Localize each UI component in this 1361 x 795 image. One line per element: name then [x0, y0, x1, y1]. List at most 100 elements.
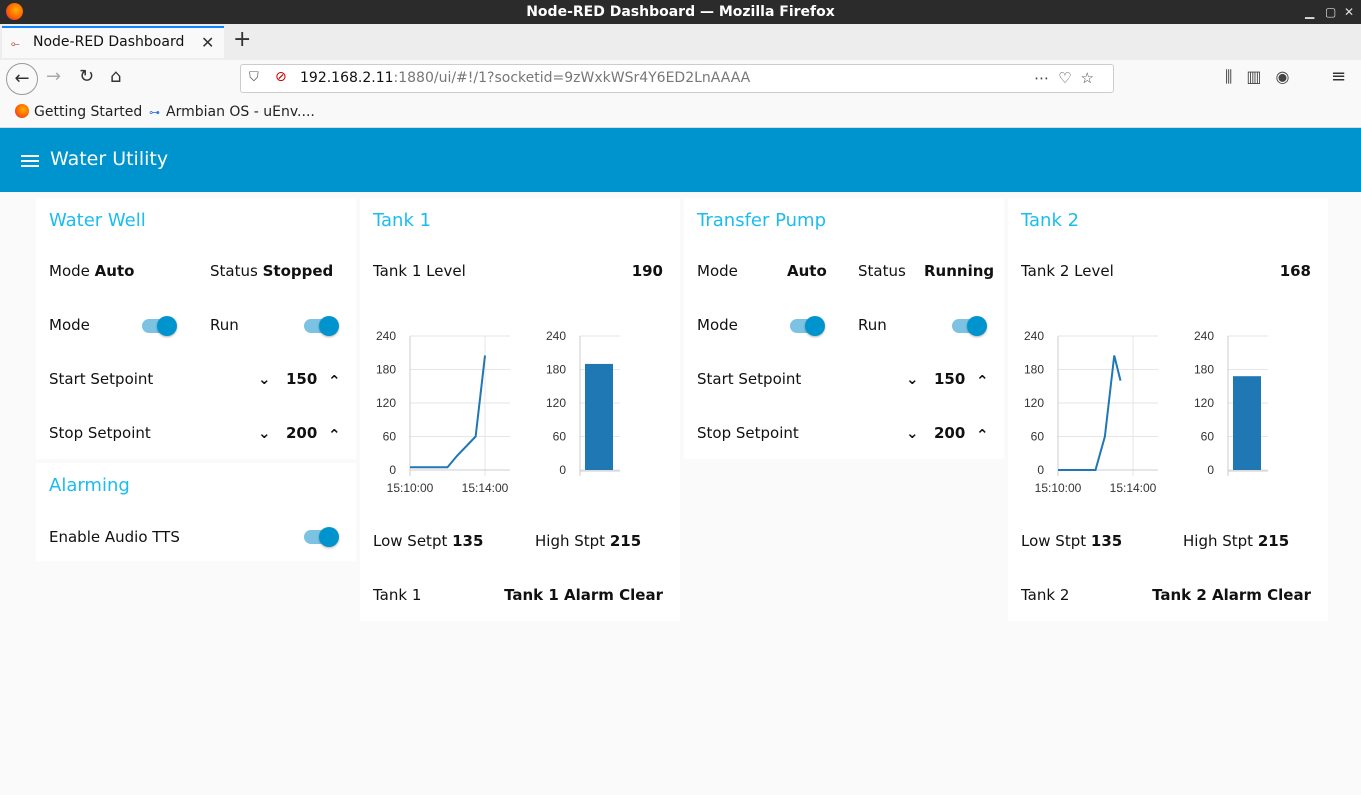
y-tick-label: 0	[1037, 463, 1044, 477]
insecure-lock-icon[interactable]: ⊘	[275, 69, 287, 85]
run-toggle-label: Run	[858, 316, 887, 334]
window-titlebar: Node-RED Dashboard — Mozilla Firefox ▁ ▢…	[0, 0, 1361, 24]
start-setpoint-value: 150	[934, 370, 966, 388]
armbian-icon: ⊶	[149, 106, 160, 119]
level-bar	[1233, 376, 1261, 470]
mode-toggle-label: Mode	[697, 316, 738, 334]
bookmark-armbian[interactable]: ⊶ Armbian OS - uEnv....	[149, 104, 315, 120]
stop-setpoint-label: Stop Setpoint	[697, 424, 799, 442]
window-title: Node-RED Dashboard — Mozilla Firefox	[526, 4, 835, 20]
home-button[interactable]: ⌂	[110, 66, 121, 87]
y-tick-label: 180	[1194, 363, 1214, 377]
increment-icon[interactable]: ⌃	[328, 426, 341, 444]
y-tick-label: 60	[553, 430, 567, 444]
y-tick-label: 120	[546, 396, 566, 410]
tts-label: Enable Audio TTS	[49, 528, 180, 546]
pocket-icon[interactable]: ♡	[1058, 69, 1080, 87]
level-label: Tank 1 Level	[373, 262, 466, 280]
y-tick-label: 60	[1201, 430, 1215, 444]
level-bar	[585, 363, 613, 470]
close-window-icon[interactable]: ✕	[1344, 0, 1354, 24]
url-text[interactable]: 192.168.2.11:1880/ui/#!/1?socketid=9zWxk…	[300, 70, 750, 86]
transfer-pump-card: Transfer Pump Mode Auto Status Running M…	[684, 198, 1004, 459]
library-icon[interactable]: ⫼	[1225, 67, 1246, 86]
low-setpoint-text: Low Stpt 135	[1021, 532, 1123, 550]
back-button[interactable]: ←	[6, 63, 38, 95]
y-tick-label: 180	[546, 363, 566, 377]
reload-button[interactable]: ↻	[79, 66, 94, 87]
y-tick-label: 120	[1024, 396, 1044, 410]
minimize-icon[interactable]: ▁	[1305, 0, 1314, 24]
card-title: Tank 2	[1021, 210, 1080, 231]
y-tick-label: 0	[1207, 463, 1214, 477]
alarm-status: Tank 2 Alarm Clear	[1152, 586, 1311, 604]
bookmark-star-icon[interactable]: ☆	[1081, 69, 1103, 87]
status-label: Status	[858, 262, 906, 280]
x-tick-label: 15:14:00	[1110, 481, 1157, 495]
browser-tab[interactable]: ⟜ Node-RED Dashboard ✕	[2, 26, 224, 58]
y-tick-label: 240	[546, 329, 566, 343]
alarming-card: Alarming Enable Audio TTS	[36, 463, 356, 561]
stop-setpoint-value: 200	[286, 424, 318, 442]
navigation-toolbar: ← → ↻ ⌂ ⛉ ⊘ 192.168.2.11:1880/ui/#!/1?so…	[0, 60, 1361, 98]
increment-icon[interactable]: ⌃	[328, 372, 341, 390]
card-title: Water Well	[49, 210, 146, 231]
increment-icon[interactable]: ⌃	[976, 426, 989, 444]
decrement-icon[interactable]: ⌄	[258, 370, 271, 388]
bookmark-getting-started[interactable]: Getting Started	[15, 104, 142, 120]
stop-setpoint-label: Stop Setpoint	[49, 424, 151, 442]
y-tick-label: 60	[383, 430, 397, 444]
decrement-icon[interactable]: ⌄	[906, 424, 919, 442]
mode-toggle[interactable]	[790, 315, 826, 337]
run-toggle[interactable]	[952, 315, 988, 337]
level-series-line	[1058, 355, 1122, 471]
start-setpoint-label: Start Setpoint	[49, 370, 154, 388]
increment-icon[interactable]: ⌃	[976, 372, 989, 390]
url-host: 192.168.2.11	[300, 70, 394, 86]
tank2-level-bar-chart: 0 60 120 180 240	[1194, 329, 1268, 477]
start-setpoint-value: 150	[286, 370, 318, 388]
firefox-bookmark-icon	[15, 104, 29, 118]
mode-text: Mode Auto	[49, 262, 135, 280]
mode-toggle-label: Mode	[49, 316, 90, 334]
dashboard-title: Water Utility	[50, 148, 169, 170]
y-tick-label: 60	[1031, 430, 1045, 444]
y-tick-label: 0	[389, 463, 396, 477]
close-tab-icon[interactable]: ✕	[201, 33, 214, 52]
bookmarks-toolbar: Getting Started ⊶ Armbian OS - uEnv....	[0, 98, 1361, 128]
tts-toggle[interactable]	[304, 526, 340, 548]
account-icon[interactable]: ◉	[1276, 67, 1304, 86]
y-tick-label: 120	[1194, 396, 1214, 410]
page-actions-icon[interactable]: ⋯	[1034, 69, 1058, 87]
level-label: Tank 2 Level	[1021, 262, 1114, 280]
card-title: Alarming	[49, 475, 130, 496]
decrement-icon[interactable]: ⌄	[258, 424, 271, 442]
shield-icon[interactable]: ⛉	[249, 70, 259, 85]
tank1-level-bar-chart: 0 60 120 180 240	[546, 329, 620, 477]
menu-icon[interactable]: ≡	[1331, 66, 1346, 87]
tank2-card: Tank 2 Tank 2 Level 168 0 60 120 180 240 15:1…	[1008, 198, 1328, 621]
hamburger-menu-icon[interactable]	[21, 155, 39, 167]
level-series-line	[410, 355, 486, 469]
high-setpoint-text: High Stpt 215	[1183, 532, 1290, 550]
tank1-level-line-chart: 0 60 120 180 240 15:10:00 15:14:00	[376, 329, 510, 495]
y-tick-label: 240	[1194, 329, 1214, 343]
y-tick-label: 240	[376, 329, 396, 343]
mode-toggle[interactable]	[142, 315, 178, 337]
forward-button[interactable]: →	[46, 66, 61, 87]
low-setpoint-text: Low Setpt 135	[373, 532, 484, 550]
new-tab-icon[interactable]: +	[233, 27, 251, 52]
sidebar-icon[interactable]: ▥	[1246, 67, 1275, 86]
url-bar[interactable]: ⛉ ⊘ 192.168.2.11:1880/ui/#!/1?socketid=9…	[240, 64, 1114, 93]
mode-value: Auto	[787, 262, 827, 280]
status-value: Running	[924, 262, 995, 280]
alarm-label: Tank 1	[373, 586, 422, 604]
status-text: Status Stopped	[210, 262, 334, 280]
level-value: 190	[631, 262, 663, 280]
firefox-logo-icon	[6, 3, 23, 20]
dashboard-header: Water Utility	[0, 128, 1361, 192]
run-toggle[interactable]	[304, 315, 340, 337]
tab-label: Node-RED Dashboard	[33, 34, 185, 50]
decrement-icon[interactable]: ⌄	[906, 370, 919, 388]
maximize-icon[interactable]: ▢	[1325, 0, 1336, 24]
